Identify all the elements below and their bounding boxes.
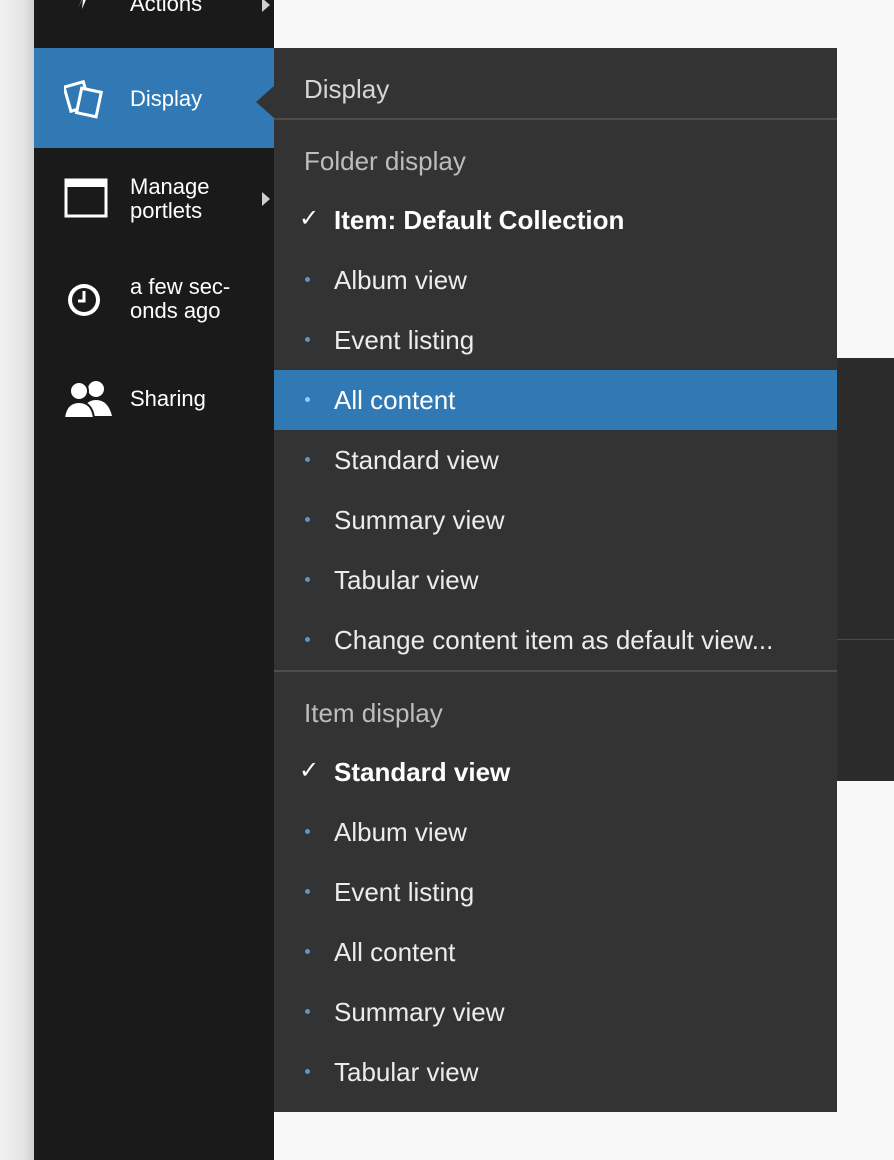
menu-item-label: Event listing (334, 877, 475, 907)
lightning-icon (64, 0, 104, 15)
menu-title: Display (304, 74, 390, 104)
section-label-folder-display: Folder display (304, 146, 466, 176)
bullet-icon (305, 949, 310, 954)
page-edge (0, 0, 34, 1160)
menu-item-item-summary-view[interactable]: Summary view (274, 982, 837, 1042)
menu-item-label: Change content item as default view... (334, 625, 774, 655)
sidebar-item-actions[interactable]: Actions (34, 0, 274, 48)
menu-item-item-album-view[interactable]: Album view (274, 802, 837, 862)
bullet-icon (305, 829, 310, 834)
menu-item-change-default-view[interactable]: Change content item as default view... (274, 610, 837, 670)
menu-item-label: Album view (334, 265, 467, 295)
sidebar-item-label: a few sec- onds ago (130, 275, 230, 323)
label-line: Manage (130, 174, 210, 199)
bullet-icon (305, 457, 310, 462)
menu-item-all-content[interactable]: All content (274, 370, 837, 430)
menu-item-summary-view[interactable]: Summary view (274, 490, 837, 550)
menu-item-label: Tabular view (334, 565, 479, 595)
bullet-icon (305, 889, 310, 894)
label-line: a few sec- (130, 274, 231, 299)
display-icon (62, 78, 106, 125)
sidebar-item-sharing[interactable]: Sharing (34, 348, 274, 448)
label-line: onds ago (130, 298, 221, 323)
menu-item-event-listing[interactable]: Event listing (274, 310, 837, 370)
bullet-icon (305, 517, 310, 522)
menu-item-tabular-view[interactable]: Tabular view (274, 550, 837, 610)
menu-item-standard-view[interactable]: Standard view (274, 430, 837, 490)
menu-item-item-tabular-view[interactable]: Tabular view (274, 1042, 837, 1102)
submenu-arrow-icon (262, 0, 270, 12)
sidebar-item-label: Manage portlets (130, 175, 210, 223)
menu-item-label: All content (334, 385, 456, 415)
menu-item-label: Standard view (334, 757, 511, 787)
menu-item-item-event-listing[interactable]: Event listing (274, 862, 837, 922)
check-icon: ✓ (299, 757, 320, 784)
menu-item-label: Tabular view (334, 1057, 479, 1087)
submenu-arrow-icon (262, 192, 270, 206)
menu-item-label: Summary view (334, 505, 505, 535)
label-line: portlets (130, 198, 203, 223)
menu-item-item-all-content[interactable]: All content (274, 922, 837, 982)
window-icon (64, 178, 108, 223)
bullet-icon (305, 277, 310, 282)
display-menu: Display Folder display ✓ Item: Default C… (274, 48, 837, 1112)
sidebar-item-label: Actions (130, 0, 203, 16)
menu-item-label: Summary view (334, 997, 505, 1027)
users-icon (62, 378, 114, 425)
menu-item-label: Standard view (334, 445, 499, 475)
menu-item-album-view[interactable]: Album view (274, 250, 837, 310)
sidebar-item-label: Display (130, 86, 203, 111)
section-label-item-display: Item display (304, 698, 443, 728)
check-icon: ✓ (299, 205, 320, 232)
bullet-icon (305, 637, 310, 642)
bullet-icon (305, 577, 310, 582)
clock-icon (64, 280, 104, 325)
toolbar-sidebar: Actions Display Manage portlets a few se… (34, 0, 274, 1160)
bullet-icon (305, 337, 310, 342)
bullet-icon (305, 1009, 310, 1014)
menu-item-label: Event listing (334, 325, 475, 355)
sidebar-item-label: Sharing (130, 386, 206, 411)
bullet-icon (305, 397, 310, 402)
sidebar-item-manage-portlets[interactable]: Manage portlets (34, 148, 274, 248)
bullet-icon (305, 1069, 310, 1074)
menu-item-label: Item: Default Collection (334, 205, 625, 235)
sidebar-item-display[interactable]: Display (34, 48, 274, 148)
menu-item-label: All content (334, 937, 456, 967)
sidebar-item-history[interactable]: a few sec- onds ago (34, 248, 274, 348)
divider (274, 118, 837, 120)
menu-item-default-collection[interactable]: ✓ Item: Default Collection (274, 190, 837, 250)
active-pointer-icon (256, 86, 274, 118)
divider (274, 670, 837, 672)
menu-item-item-standard-view[interactable]: ✓ Standard view (274, 742, 837, 802)
menu-item-label: Album view (334, 817, 467, 847)
